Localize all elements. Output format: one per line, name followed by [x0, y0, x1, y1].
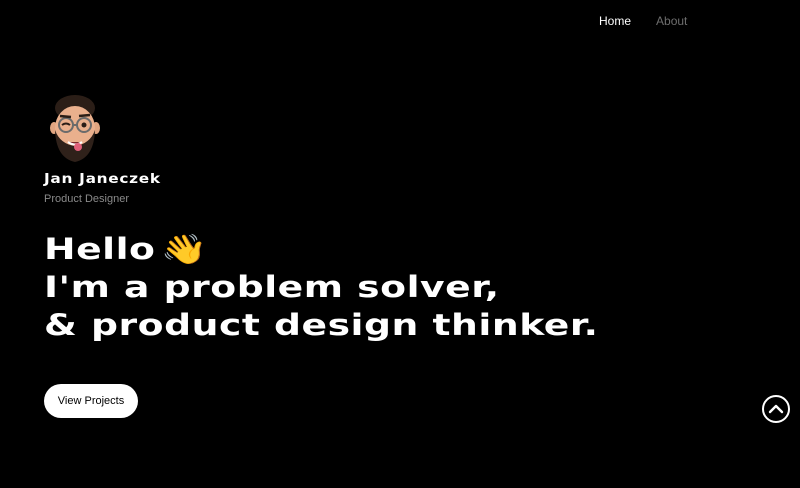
profile-name: Jan Janeczek — [44, 172, 161, 187]
nav-home[interactable]: Home — [599, 14, 631, 28]
view-projects-button[interactable]: View Projects — [44, 384, 138, 418]
hero-line-3: & product design thinker. — [44, 308, 599, 342]
hero-headline: Hello 👋 I'm a problem solver, & product d… — [44, 230, 598, 344]
hero-greeting: Hello — [44, 232, 156, 266]
avatar — [44, 92, 106, 164]
memoji-avatar-icon — [50, 95, 100, 162]
hero-line-1: Hello 👋 — [44, 230, 598, 268]
nav-about[interactable]: About — [656, 14, 687, 28]
wave-icon: 👋 — [160, 232, 209, 266]
profile-role: Product Designer — [44, 193, 129, 205]
top-nav: Home About — [599, 14, 687, 28]
hero-line-2: I'm a problem solver, — [44, 270, 500, 304]
scroll-to-top-button[interactable] — [762, 395, 790, 423]
chevron-up-icon — [768, 404, 784, 414]
